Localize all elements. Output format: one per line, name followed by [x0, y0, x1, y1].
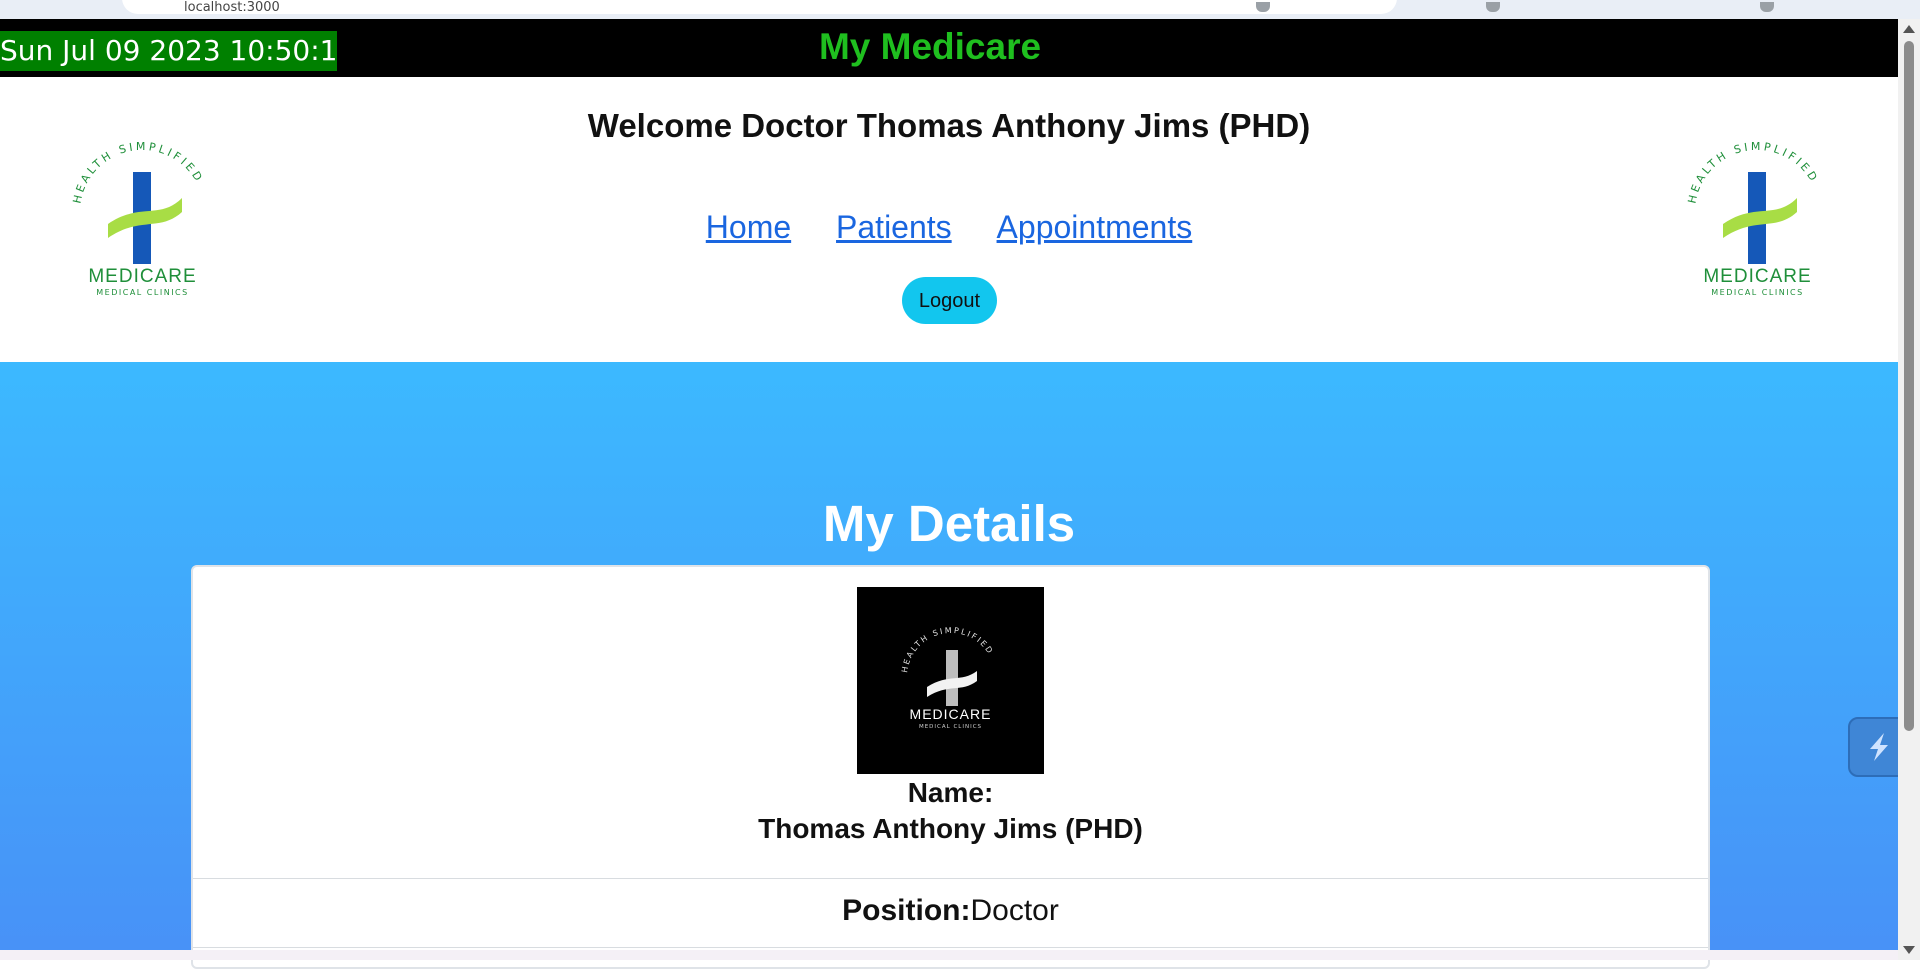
nav-home-link[interactable]: Home [706, 209, 791, 245]
position-label: Position: [842, 894, 971, 927]
name-value: Thomas Anthony Jims (PHD) [758, 813, 1143, 844]
profile-icon[interactable] [1760, 2, 1774, 12]
address-text: localhost:3000 [184, 0, 280, 15]
address-bar[interactable]: localhost:3000 [122, 0, 1397, 15]
card-divider [193, 878, 1708, 879]
extension-icon[interactable] [1486, 2, 1500, 12]
scroll-thumb[interactable] [1904, 41, 1914, 731]
logo-sub: MEDICAL CLINICS [1711, 288, 1803, 297]
page-scrollbar[interactable] [1898, 19, 1920, 960]
logo-sub: MEDICAL CLINICS [96, 288, 188, 297]
details-card: HEALTH SIMPLIFIED MEDICARE MEDICAL CLINI… [191, 565, 1710, 969]
page-header: HEALTH SIMPLIFIED MEDICARE MEDICAL CLINI… [0, 77, 1898, 362]
main-nav: Home Patients Appointments [0, 209, 1898, 246]
logo-name: MEDICARE [88, 266, 196, 287]
date-time-display: Sun Jul 09 2023 10:50:10 [0, 31, 337, 71]
logout-button[interactable]: Logout [902, 277, 997, 324]
welcome-heading: Welcome Doctor Thomas Anthony Jims (PHD) [587, 107, 1311, 144]
extension-icon[interactable] [1256, 2, 1270, 12]
scroll-down-arrow-icon[interactable] [1903, 946, 1915, 954]
section-title: My Details [822, 495, 1076, 552]
nav-appointments-link[interactable]: Appointments [997, 209, 1193, 245]
doctor-photo: HEALTH SIMPLIFIED MEDICARE MEDICAL CLINI… [857, 587, 1044, 774]
card-divider [193, 947, 1708, 948]
browser-toolbar: localhost:3000 [0, 0, 1920, 19]
nav-patients-link[interactable]: Patients [836, 209, 952, 245]
position-row: Position:Doctor [193, 894, 1708, 928]
logo-name: MEDICARE [1703, 266, 1811, 287]
name-label: Name: [907, 777, 994, 808]
photo-sub: MEDICAL CLINICS [919, 724, 982, 730]
position-value: Doctor [970, 894, 1059, 927]
taskbar-edge [0, 950, 1898, 960]
medicare-logo-right: HEALTH SIMPLIFIED MEDICARE MEDICAL CLINI… [1685, 140, 1818, 297]
scroll-up-arrow-icon[interactable] [1903, 25, 1915, 33]
top-bar: My Medicare Sun Jul 09 2023 10:50:10 [0, 19, 1898, 77]
details-section: My Details HEALTH SIMPLIFIED MEDICARE ME… [0, 362, 1898, 969]
photo-name: MEDICARE [910, 706, 992, 722]
